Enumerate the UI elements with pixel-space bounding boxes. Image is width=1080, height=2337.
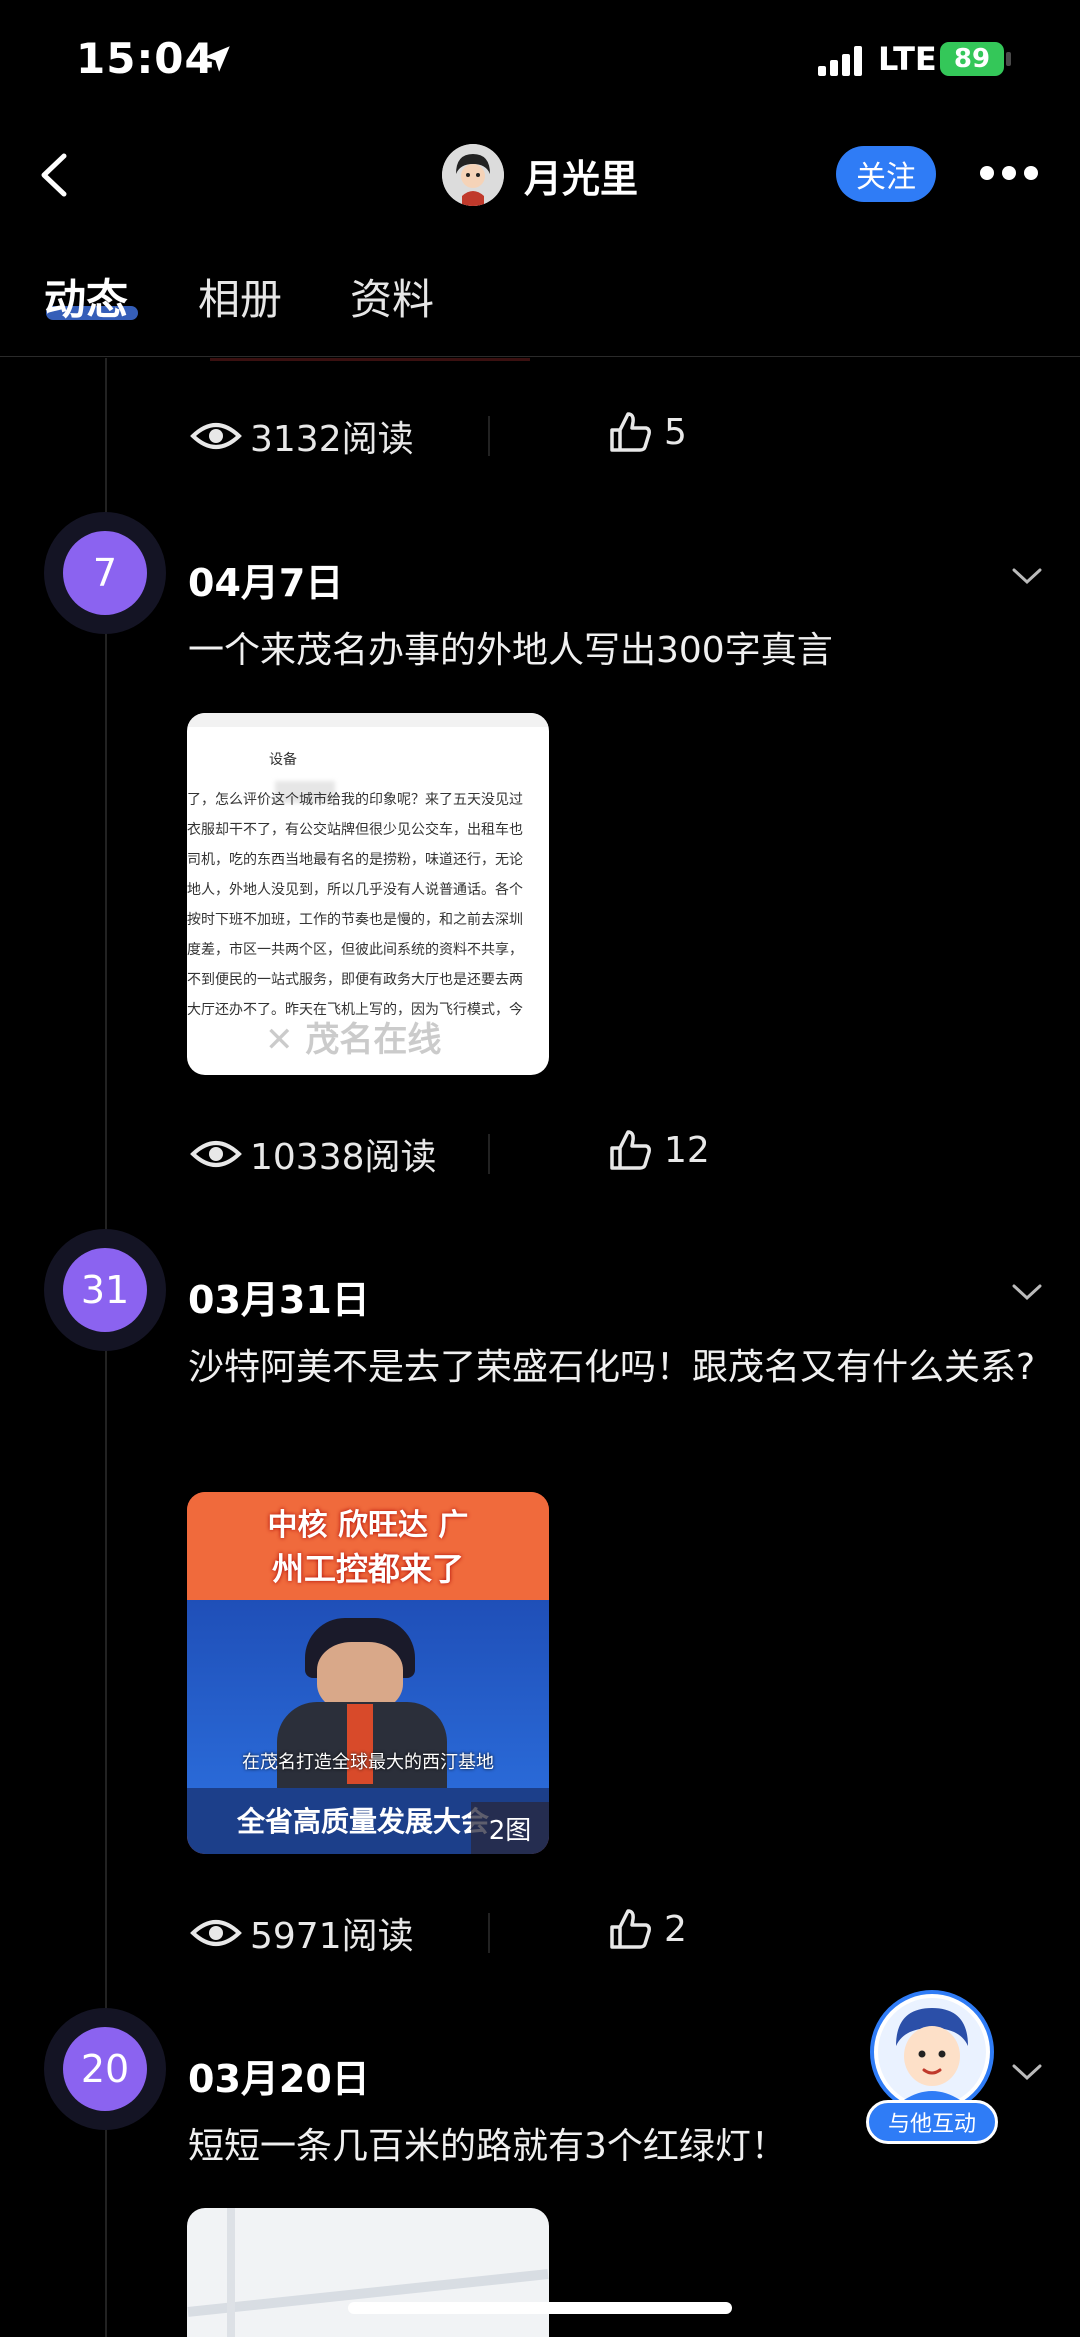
read-count: 3132阅读	[190, 410, 414, 462]
timeline-day-marker: 7	[44, 512, 166, 634]
read-count: 10338阅读	[190, 1128, 437, 1180]
like-button[interactable]: 5	[608, 410, 687, 454]
image-count-badge: 2图	[471, 1802, 549, 1854]
more-options-icon[interactable]	[980, 166, 1038, 182]
like-count: 5	[664, 411, 687, 453]
like-button[interactable]: 2	[608, 1907, 687, 1951]
like-button[interactable]: 12	[608, 1128, 710, 1172]
location-arrow-icon	[204, 46, 230, 72]
chevron-down-icon[interactable]	[1010, 564, 1044, 588]
avatar[interactable]	[442, 144, 504, 206]
profile-username: 月光里	[524, 157, 639, 201]
tab-divider	[0, 356, 1080, 357]
stat-separator	[488, 1913, 490, 1953]
document-line: 了，怎么评价这个城市给我的印象呢？来了五天没见过	[187, 792, 523, 808]
watermark-logo: ✕ 茂名在线	[265, 1020, 442, 1060]
thumbs-up-icon	[610, 1909, 651, 1949]
signal-icon	[818, 46, 862, 76]
stat-separator	[488, 1134, 490, 1174]
like-count: 12	[664, 1129, 710, 1171]
read-count-text: 3132阅读	[250, 419, 414, 460]
document-line: 衣服却干不了，有公交站牌但很少见公交车，出租车也	[187, 822, 523, 838]
interact-button-label[interactable]: 与他互动	[866, 2100, 998, 2144]
home-indicator	[348, 2302, 732, 2314]
post-date: 04月7日	[188, 561, 344, 605]
eye-icon	[190, 423, 242, 449]
document-line: 按时下班不加班，工作的节奏也是慢的，和之前去深圳	[187, 912, 523, 928]
timeline-day-number: 20	[63, 2027, 147, 2111]
image-headline-2: 州工控都来了	[271, 1550, 464, 1588]
read-count-text: 10338阅读	[250, 1137, 437, 1178]
tab-album[interactable]: 相册	[198, 266, 282, 327]
tab-profile-info[interactable]: 资料	[350, 266, 434, 327]
image-caption: 在茂名打造全球最大的西汀基地	[242, 1752, 494, 1773]
image-banner: 全省高质量发展大会	[237, 1805, 490, 1838]
timeline-day-marker: 20	[44, 2008, 166, 2130]
thumbs-up-icon	[610, 412, 651, 452]
chevron-down-icon[interactable]	[1010, 2060, 1044, 2084]
timeline-day-number: 7	[63, 531, 147, 615]
status-time: 15:04	[76, 34, 215, 83]
stat-separator	[488, 416, 490, 456]
thumbs-up-icon	[610, 1130, 651, 1170]
document-line: 度差，市区一共两个区，但彼此间系统的资料不共享，	[187, 942, 523, 958]
timeline-day-marker: 31	[44, 1229, 166, 1351]
document-line: 地人，外地人没见到，所以几乎没有人说普通话。各个	[187, 882, 523, 898]
image-headline-1: 中核 欣旺达 广	[267, 1508, 469, 1543]
read-count: 5971阅读	[190, 1907, 414, 1959]
chevron-down-icon[interactable]	[1010, 1280, 1044, 1304]
battery-indicator: 89	[940, 42, 1004, 76]
document-line: 设备	[269, 752, 297, 768]
cartoon-avatar-icon	[870, 1990, 994, 2114]
post-text[interactable]: 沙特阿美不是去了荣盛石化吗！跟茂名又有什么关系?	[188, 1335, 1038, 1401]
tab-feed[interactable]: 动态	[44, 266, 128, 327]
previous-post-image-edge	[210, 358, 530, 361]
post-image-document[interactable]: 设备了，怎么评价这个城市给我的印象呢？来了五天没见过 衣服却干不了，有公交站牌但很…	[187, 713, 549, 1075]
timeline-day-number: 31	[63, 1248, 147, 1332]
post-date: 03月20日	[188, 2057, 370, 2101]
battery-tip	[1006, 52, 1011, 66]
document-line: 司机，吃的东西当地最有名的是捞粉，味道还行，无论	[187, 852, 523, 868]
eye-icon	[190, 1920, 242, 1946]
post-date: 03月31日	[188, 1278, 370, 1322]
read-count-text: 5971阅读	[250, 1916, 414, 1957]
document-line: 不到便民的一站式服务，即便有政务大厅也是还要去两	[187, 972, 523, 988]
post-text[interactable]: 一个来茂名办事的外地人写出300字真言	[188, 618, 1038, 684]
post-image-news[interactable]: 中核 欣旺达 广 州工控都来了 在茂名打造全球最大的西汀基地 全省高质量发展大会…	[187, 1492, 549, 1854]
eye-icon	[190, 1141, 242, 1167]
back-arrow-icon[interactable]	[34, 150, 74, 200]
network-type: LTE	[878, 40, 937, 78]
post-image-map[interactable]	[187, 2208, 549, 2337]
like-count: 2	[664, 1908, 687, 1950]
follow-button[interactable]: 关注	[836, 146, 936, 202]
document-text-lines: 设备了，怎么评价这个城市给我的印象呢？来了五天没见过 衣服却干不了，有公交站牌但很…	[187, 752, 549, 1025]
